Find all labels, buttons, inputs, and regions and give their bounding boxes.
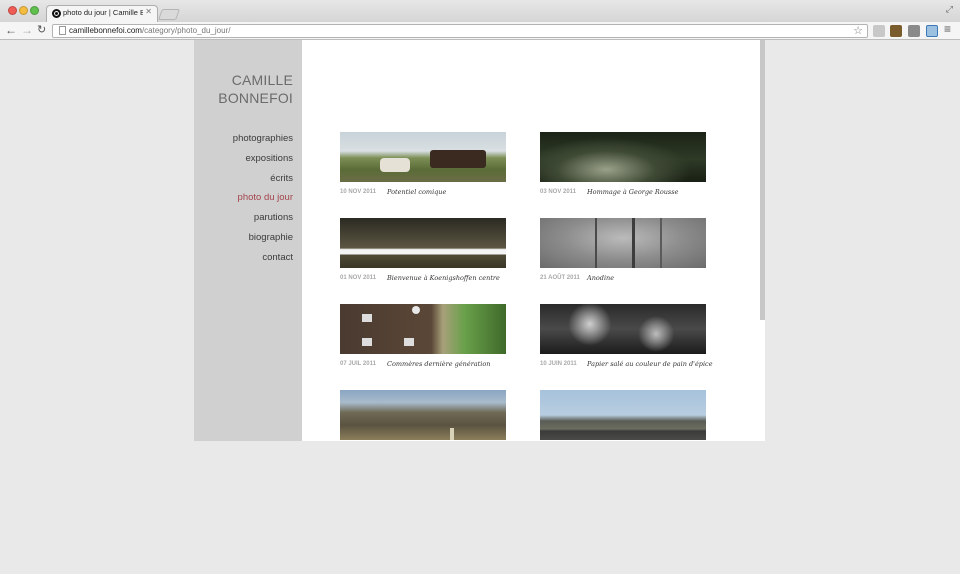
post-photo[interactable] — [340, 390, 506, 440]
post-date: 07 JUIL 2011 — [340, 361, 376, 367]
fullscreen-icon[interactable]: ⤢ — [946, 4, 953, 15]
extension-badge-icon[interactable] — [890, 25, 902, 37]
url-path: /category/photo_du_jour/ — [141, 26, 231, 35]
page-icon — [59, 26, 66, 35]
post-card[interactable]: 01 NOV 2011 Bienvenue à Koenigshoffen ce… — [340, 218, 506, 282]
post-photo[interactable] — [540, 132, 706, 182]
post-card[interactable] — [540, 390, 706, 440]
browser-tab-strip: photo du jour | Camille Bo ✕ ⤢ — [0, 0, 960, 22]
post-title[interactable]: Bienvenue à Koenigshoffen centre — [387, 274, 500, 282]
post-card[interactable]: 10 JUIN 2011 Papier salé au couleur de p… — [540, 304, 713, 368]
tab-title: photo du jour | Camille Bo — [63, 8, 143, 17]
post-date: 01 NOV 2011 — [340, 275, 377, 281]
reload-icon[interactable]: ↻ — [37, 23, 46, 37]
post-date: 10 NOV 2011 — [340, 189, 377, 195]
site-favicon-icon — [52, 9, 61, 18]
nav-item-biographie[interactable]: biographie — [233, 228, 293, 248]
post-card[interactable] — [340, 390, 506, 440]
web-page: CAMILLE BONNEFOI photographies expositio… — [194, 40, 765, 441]
post-card[interactable]: 21 AOÛT 2011 Anodine — [540, 218, 706, 282]
post-title[interactable]: Anodine — [587, 274, 614, 282]
site-logo[interactable]: CAMILLE BONNEFOI — [218, 71, 293, 107]
post-photo[interactable] — [540, 304, 706, 354]
close-window-button[interactable] — [8, 6, 17, 15]
post-card[interactable]: 10 NOV 2011 Potentiel comique — [340, 132, 506, 196]
zoom-window-button[interactable] — [30, 6, 39, 15]
extension-screenshot-icon[interactable] — [926, 25, 938, 37]
post-title[interactable]: Potentiel comique — [387, 188, 446, 196]
url-host: camillebonnefoi.com — [69, 26, 142, 35]
nav-item-ecrits[interactable]: écrits — [233, 169, 293, 189]
post-photo[interactable] — [540, 390, 706, 440]
extension-puzzle-icon[interactable] — [873, 25, 885, 37]
post-date: 21 AOÛT 2011 — [540, 275, 580, 281]
site-name-line1: CAMILLE — [231, 72, 293, 88]
nav-item-photo-du-jour[interactable]: photo du jour — [233, 188, 293, 208]
post-photo[interactable] — [340, 218, 506, 268]
nav-item-photographies[interactable]: photographies — [233, 129, 293, 149]
post-title[interactable]: Papier salé au couleur de pain d'épice — [587, 360, 713, 368]
site-name-line2: BONNEFOI — [218, 90, 293, 106]
hamburger-menu-icon[interactable]: ≡ — [944, 22, 951, 36]
nav-item-parutions[interactable]: parutions — [233, 208, 293, 228]
new-tab-button[interactable] — [157, 9, 181, 20]
forward-arrow-icon[interactable]: → — [21, 23, 33, 37]
post-photo[interactable] — [340, 304, 506, 354]
post-card[interactable]: 07 JUIL 2011 Commères dernière génératio… — [340, 304, 506, 368]
post-date: 10 JUIN 2011 — [540, 361, 577, 367]
minimize-window-button[interactable] — [19, 6, 28, 15]
browser-tab[interactable]: photo du jour | Camille Bo ✕ — [46, 5, 158, 22]
nav-item-contact[interactable]: contact — [233, 248, 293, 268]
post-date: 03 NOV 2011 — [540, 189, 577, 195]
url-text[interactable]: camillebonnefoi.com/category/photo_du_jo… — [69, 26, 230, 35]
page-scrollbar[interactable] — [760, 40, 765, 320]
tab-close-icon[interactable]: ✕ — [145, 7, 152, 16]
nav-item-expositions[interactable]: expositions — [233, 149, 293, 169]
main-navigation: photographies expositions écrits photo d… — [233, 129, 293, 268]
extension-window-icon[interactable] — [908, 25, 920, 37]
browser-toolbar: ← → ↻ camillebonnefoi.com/category/photo… — [0, 22, 960, 40]
post-title[interactable]: Commères dernière génération — [387, 360, 490, 368]
address-bar[interactable]: camillebonnefoi.com/category/photo_du_jo… — [52, 24, 868, 38]
post-card[interactable]: 03 NOV 2011 Hommage à George Rousse — [540, 132, 706, 196]
sidebar: CAMILLE BONNEFOI photographies expositio… — [194, 40, 302, 441]
back-arrow-icon[interactable]: ← — [5, 23, 17, 37]
post-photo[interactable] — [340, 132, 506, 182]
bookmark-star-icon[interactable]: ☆ — [853, 24, 863, 37]
post-title[interactable]: Hommage à George Rousse — [587, 188, 678, 196]
post-photo[interactable] — [540, 218, 706, 268]
